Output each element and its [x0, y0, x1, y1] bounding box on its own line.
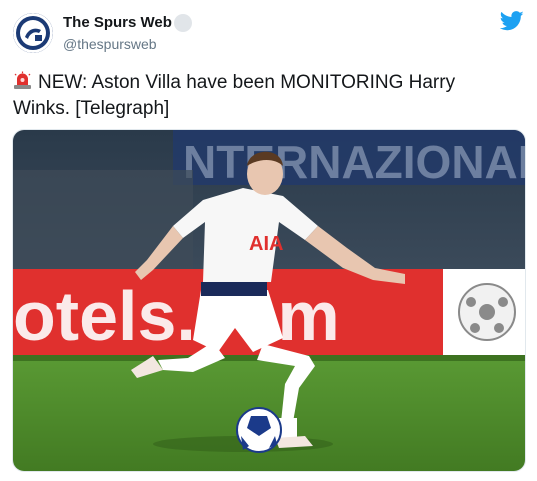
- user-handle[interactable]: @thespursweb: [63, 36, 157, 52]
- tweet-body: NEW: Aston Villa have been MONITORING Ha…: [13, 70, 503, 122]
- tweet-text: NEW: Aston Villa have been MONITORING Ha…: [13, 72, 456, 119]
- tweet-photo[interactable]: NTERNAZIONALE otels.com AIA: [12, 129, 526, 472]
- display-name[interactable]: The Spurs Web: [63, 14, 172, 31]
- tweet-header: The Spurs Web @thespursweb: [0, 0, 537, 62]
- spurs-web-logo-icon: [13, 13, 53, 53]
- stand-banner-text: NTERNAZIONALE: [183, 136, 526, 188]
- advertising-board-text: otels.com: [13, 277, 340, 355]
- rotating-light-icon: [14, 71, 31, 89]
- avatar[interactable]: [13, 13, 53, 53]
- football-photo: NTERNAZIONALE otels.com AIA: [13, 130, 526, 471]
- twitter-bird-icon[interactable]: [500, 11, 524, 31]
- shirt-sponsor-text: AIA: [249, 233, 283, 255]
- badge-icon: [174, 14, 192, 32]
